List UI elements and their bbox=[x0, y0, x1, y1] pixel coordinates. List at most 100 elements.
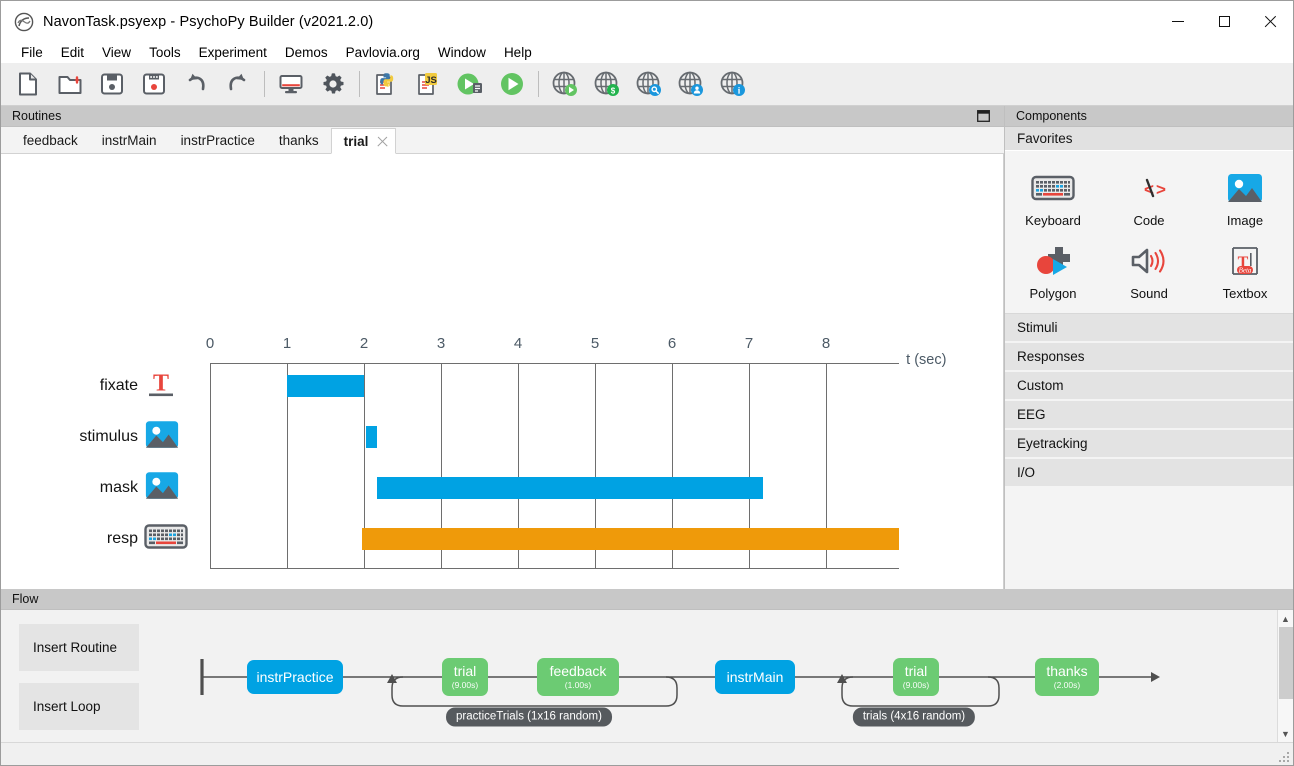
tab-feedback[interactable]: feedback bbox=[11, 127, 90, 153]
component-textbox[interactable]: T Beta Textbox bbox=[1197, 236, 1293, 303]
maximize-button[interactable] bbox=[1201, 1, 1247, 42]
component-row-label[interactable]: stimulus bbox=[18, 428, 138, 446]
component-bar[interactable] bbox=[377, 477, 763, 499]
flow-node-duration: (1.00s) bbox=[564, 680, 592, 691]
sound-component-icon bbox=[1127, 240, 1171, 282]
new-file-button[interactable] bbox=[7, 64, 49, 104]
menu-experiment[interactable]: Experiment bbox=[190, 42, 276, 63]
flow-vertical-scrollbar[interactable]: ▲ ▼ bbox=[1277, 610, 1293, 742]
text-component-icon[interactable]: T bbox=[144, 368, 178, 405]
flow-body: Insert Routine Insert Loop instrPractice… bbox=[1, 610, 1293, 742]
flow-node[interactable]: feedback (1.00s) bbox=[537, 658, 619, 696]
flow-node[interactable]: instrPractice bbox=[247, 660, 343, 694]
insert-routine-button[interactable]: Insert Routine bbox=[19, 624, 139, 671]
polygon-component-icon bbox=[1031, 240, 1075, 282]
keyboard-component-icon[interactable] bbox=[144, 522, 188, 557]
pavlovia-sync-button[interactable] bbox=[544, 64, 586, 104]
tab-instrMain[interactable]: instrMain bbox=[90, 127, 169, 153]
flow-node[interactable]: trial (9.00s) bbox=[442, 658, 488, 696]
compile-python-button[interactable] bbox=[365, 64, 407, 104]
flow-node[interactable]: instrMain bbox=[715, 660, 795, 694]
flow-node[interactable]: thanks (2.00s) bbox=[1035, 658, 1099, 696]
component-code[interactable]: < > Code bbox=[1101, 163, 1197, 230]
tab-instrPractice[interactable]: instrPractice bbox=[169, 127, 267, 153]
open-file-button[interactable] bbox=[49, 64, 91, 104]
scrollbar-track[interactable] bbox=[1279, 699, 1293, 725]
close-button[interactable] bbox=[1247, 1, 1293, 42]
category-io[interactable]: I/O bbox=[1005, 459, 1293, 486]
flow-loop-label[interactable]: practiceTrials (1x16 random) bbox=[446, 707, 612, 727]
save-file-icon bbox=[101, 73, 123, 95]
components-filler bbox=[1005, 488, 1293, 589]
resize-grip-icon[interactable] bbox=[1277, 750, 1289, 762]
component-sound[interactable]: Sound bbox=[1101, 236, 1197, 303]
scroll-down-icon[interactable]: ▼ bbox=[1278, 725, 1294, 742]
scroll-up-icon[interactable]: ▲ bbox=[1278, 610, 1294, 627]
close-icon[interactable] bbox=[376, 135, 389, 148]
pavlovia-user-button[interactable] bbox=[670, 64, 712, 104]
insert-loop-button[interactable]: Insert Loop bbox=[19, 683, 139, 730]
minimize-button[interactable] bbox=[1155, 1, 1201, 42]
favorites-label: Favorites bbox=[1017, 131, 1073, 146]
menu-demos[interactable]: Demos bbox=[276, 42, 337, 63]
flow-node-label: trial bbox=[904, 663, 928, 680]
flow-node-duration: (2.00s) bbox=[1053, 680, 1081, 691]
panel-dock-icon[interactable] bbox=[977, 110, 990, 122]
save-as-file-button[interactable] bbox=[133, 64, 175, 104]
menu-view[interactable]: View bbox=[93, 42, 140, 63]
undo-button[interactable] bbox=[175, 64, 217, 104]
favorites-section-header[interactable]: Favorites bbox=[1005, 127, 1293, 151]
menu-edit[interactable]: Edit bbox=[52, 42, 93, 63]
components-panel-title: Components bbox=[1016, 109, 1087, 123]
flow-buttons: Insert Routine Insert Loop bbox=[1, 610, 161, 742]
category-stimuli[interactable]: Stimuli bbox=[1005, 314, 1293, 341]
component-bar[interactable] bbox=[365, 426, 378, 448]
run-online-button[interactable] bbox=[491, 64, 533, 104]
component-image[interactable]: Image bbox=[1197, 163, 1293, 230]
components-panel-header: Components bbox=[1005, 106, 1293, 127]
category-custom[interactable]: Custom bbox=[1005, 372, 1293, 399]
category-eeg[interactable]: EEG bbox=[1005, 401, 1293, 428]
flow-node-label: trial bbox=[453, 663, 477, 680]
run-python-button[interactable] bbox=[449, 64, 491, 104]
save-as-file-icon bbox=[143, 73, 165, 95]
pavlovia-find-button[interactable] bbox=[628, 64, 670, 104]
timeline-tick-label: 2 bbox=[359, 335, 369, 352]
compile-js-button[interactable]: JS bbox=[407, 64, 449, 104]
component-polygon[interactable]: Polygon bbox=[1005, 236, 1101, 303]
tab-thanks[interactable]: thanks bbox=[267, 127, 331, 153]
component-keyboard[interactable]: Keyboard bbox=[1005, 163, 1101, 230]
experiment-settings-button[interactable] bbox=[312, 64, 354, 104]
tab-trial-label: trial bbox=[343, 133, 369, 149]
component-row-label[interactable]: fixate bbox=[18, 377, 138, 395]
scrollbar-thumb[interactable] bbox=[1278, 627, 1293, 699]
redo-button[interactable] bbox=[217, 64, 259, 104]
routine-timeline-canvas[interactable]: 0 1 2 3 4 5 6 7 8 t (sec) fixate Tstimulus mask resp bbox=[1, 154, 1004, 589]
redo-icon bbox=[229, 73, 246, 91]
flow-node[interactable]: trial (9.00s) bbox=[893, 658, 939, 696]
menu-file[interactable]: File bbox=[12, 42, 52, 63]
component-categories: Stimuli Responses Custom EEG Eyetracking… bbox=[1005, 314, 1293, 488]
flow-diagram[interactable]: instrPractice trial (9.00s) feedback (1.00s)… bbox=[161, 610, 1277, 742]
pavlovia-sync-icon bbox=[552, 71, 577, 96]
window-controls bbox=[1155, 1, 1293, 42]
tab-trial[interactable]: trial bbox=[330, 128, 397, 154]
category-eyetracking[interactable]: Eyetracking bbox=[1005, 430, 1293, 457]
component-row-label[interactable]: mask bbox=[18, 479, 138, 497]
pavlovia-info-button[interactable]: i bbox=[712, 64, 754, 104]
routines-column: Routines feedback instrMain instrPractic… bbox=[1, 106, 1004, 589]
menu-tools[interactable]: Tools bbox=[140, 42, 190, 63]
menu-help[interactable]: Help bbox=[495, 42, 541, 63]
pavlovia-search-button[interactable]: $ bbox=[586, 64, 628, 104]
image-component-icon[interactable] bbox=[144, 470, 180, 507]
menu-pavlovia[interactable]: Pavlovia.org bbox=[337, 42, 429, 63]
menu-window[interactable]: Window bbox=[429, 42, 495, 63]
monitor-center-button[interactable] bbox=[270, 64, 312, 104]
image-component-icon[interactable] bbox=[144, 419, 180, 456]
component-row-label[interactable]: resp bbox=[18, 530, 138, 548]
component-bar[interactable] bbox=[361, 528, 900, 550]
save-file-button[interactable] bbox=[91, 64, 133, 104]
component-bar[interactable] bbox=[287, 375, 364, 397]
category-responses[interactable]: Responses bbox=[1005, 343, 1293, 370]
flow-loop-label[interactable]: trials (4x16 random) bbox=[852, 707, 976, 727]
